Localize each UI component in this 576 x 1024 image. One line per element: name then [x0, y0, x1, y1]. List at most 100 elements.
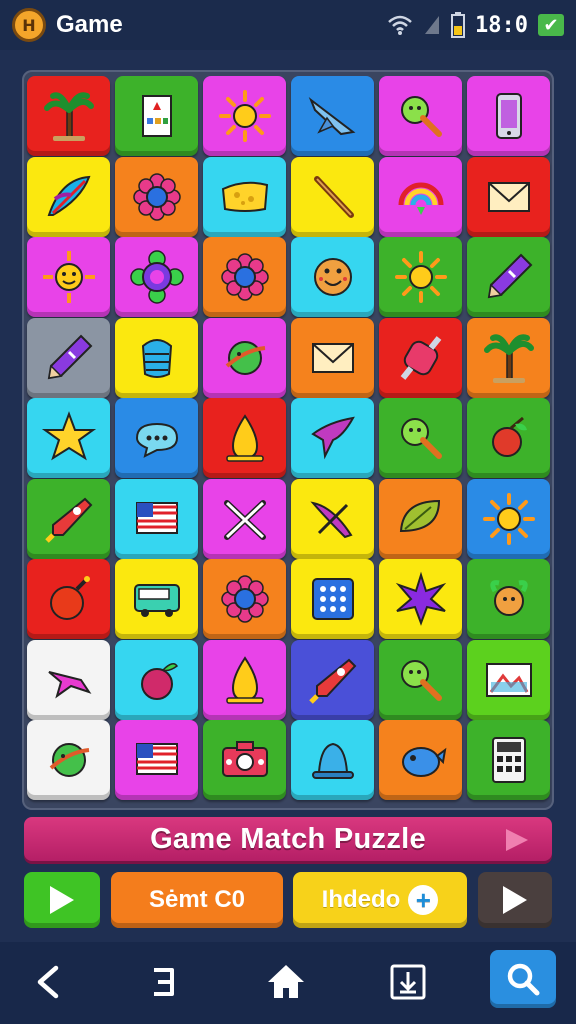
game-tile[interactable] [27, 720, 110, 800]
game-tile[interactable] [27, 398, 110, 478]
game-tile[interactable] [291, 76, 374, 156]
game-tile[interactable] [115, 478, 198, 559]
game-tile[interactable] [27, 317, 110, 398]
flower-icon [220, 575, 269, 623]
game-tile[interactable] [379, 76, 462, 156]
game-tile[interactable] [379, 478, 462, 559]
game-tile[interactable] [291, 237, 374, 317]
crayon-icon [487, 253, 532, 299]
game-tile[interactable] [291, 639, 374, 720]
game-tile[interactable] [27, 237, 110, 317]
game-tile[interactable] [467, 398, 550, 478]
flower-icon [220, 253, 269, 301]
home-button[interactable] [256, 952, 316, 1012]
candy-icon [400, 335, 441, 380]
download-button[interactable] [378, 952, 438, 1012]
status-icons: 18:0 ✔ [387, 12, 564, 38]
lollipop-icon [400, 418, 442, 459]
hint-button[interactable]: Ihdedo + [293, 872, 467, 928]
nav-bar [0, 942, 576, 1024]
status-bar: H Game 18:0 ✔ [0, 0, 576, 50]
bus-icon [133, 584, 180, 617]
feather-icon [47, 175, 90, 216]
game-tile[interactable] [379, 237, 462, 317]
game-tile[interactable] [467, 639, 550, 720]
envelope-icon [311, 342, 354, 373]
back-button[interactable] [18, 952, 78, 1012]
lantern-icon [141, 338, 172, 378]
game-tile[interactable] [115, 76, 198, 156]
fruit-icon [491, 416, 527, 457]
rocket-icon [308, 658, 356, 704]
game-tile[interactable] [467, 720, 550, 800]
game-tile[interactable] [203, 720, 286, 800]
game-tile[interactable] [115, 559, 198, 639]
camera-icon [221, 741, 268, 777]
game-tile[interactable] [291, 317, 374, 398]
next-button[interactable] [478, 872, 552, 928]
game-tile[interactable] [27, 478, 110, 559]
game-tile[interactable] [27, 639, 110, 720]
sun-icon [394, 251, 447, 303]
game-tile[interactable] [291, 720, 374, 800]
game-tile[interactable] [467, 559, 550, 639]
search-icon [507, 963, 540, 996]
crossed-sticks-icon [223, 499, 266, 540]
play-button[interactable] [24, 872, 100, 928]
score-button[interactable]: Sėmt C0 [111, 872, 283, 928]
next-icon [503, 886, 527, 914]
game-tile[interactable] [467, 317, 550, 398]
game-tile[interactable] [467, 237, 550, 317]
game-tile[interactable] [115, 156, 198, 237]
ring-flower-icon [129, 250, 184, 304]
phone-icon [495, 93, 522, 139]
game-tile[interactable] [115, 720, 198, 800]
game-tile[interactable] [203, 237, 286, 317]
flower-icon [132, 172, 181, 221]
title-banner[interactable]: Game Match Puzzle [24, 817, 552, 861]
game-tile[interactable] [203, 398, 286, 478]
game-tile[interactable] [379, 398, 462, 478]
game-tile[interactable] [379, 639, 462, 720]
game-tile[interactable] [115, 237, 198, 317]
game-tile[interactable] [379, 156, 462, 237]
app-logo[interactable]: H [12, 8, 46, 42]
game-tile[interactable] [291, 559, 374, 639]
plus-icon: + [408, 885, 439, 915]
game-tile[interactable] [291, 398, 374, 478]
envelope-icon [487, 181, 530, 212]
game-tile[interactable] [203, 559, 286, 639]
game-tile[interactable] [379, 317, 462, 398]
game-tile[interactable] [203, 317, 286, 398]
app-title: Game [56, 11, 123, 38]
star-icon [41, 411, 96, 461]
game-tile[interactable] [203, 156, 286, 237]
game-tile[interactable] [379, 559, 462, 639]
game-tile[interactable] [27, 156, 110, 237]
game-tile[interactable] [203, 76, 286, 156]
game-tile[interactable] [379, 720, 462, 800]
game-tile[interactable] [203, 478, 286, 559]
leaf-icon [399, 499, 440, 532]
game-tile[interactable] [27, 76, 110, 156]
planet-icon [49, 743, 89, 777]
game-tile[interactable] [27, 559, 110, 639]
game-tile[interactable] [291, 156, 374, 237]
game-tile[interactable] [467, 478, 550, 559]
recents-icon [154, 968, 174, 996]
game-tile[interactable] [467, 156, 550, 237]
game-tile[interactable] [467, 76, 550, 156]
search-button[interactable] [490, 950, 556, 1008]
game-tile[interactable] [115, 317, 198, 398]
game-board [22, 70, 554, 810]
download-icon [390, 964, 426, 1000]
game-tile[interactable] [203, 639, 286, 720]
game-tile[interactable] [115, 398, 198, 478]
lollipop-icon [400, 96, 442, 137]
recents-button[interactable] [134, 952, 194, 1012]
game-tile[interactable] [115, 639, 198, 720]
battery-icon [451, 12, 466, 38]
game-tile[interactable] [291, 478, 374, 559]
sun-face-icon [42, 251, 95, 303]
picture-icon [485, 662, 532, 697]
